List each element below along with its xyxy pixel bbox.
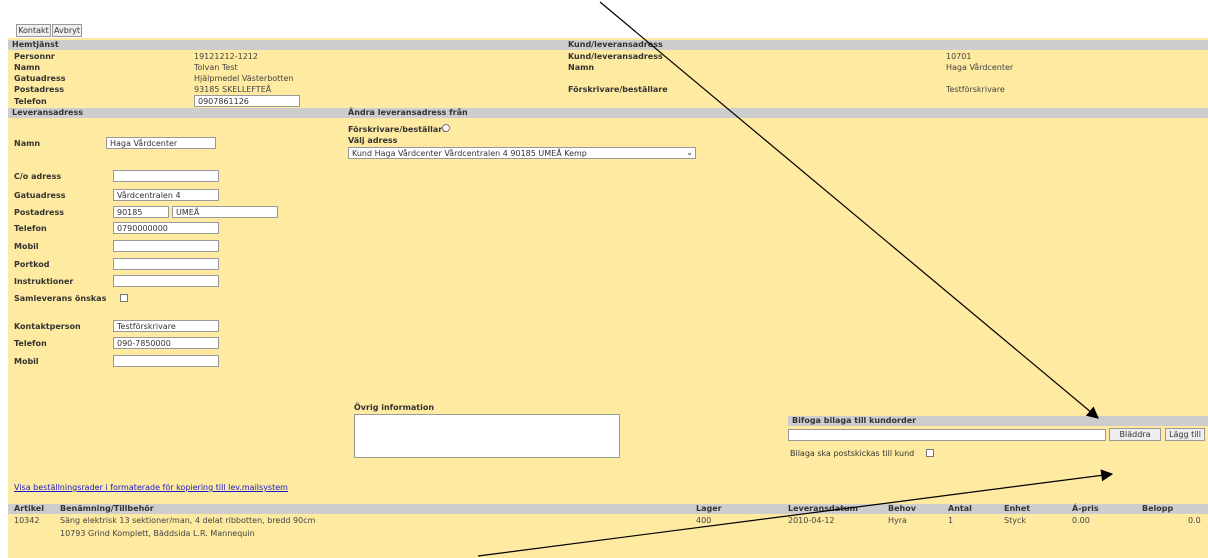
arrow-to-attachment	[599, 1, 1099, 419]
arrow-to-paper-checkbox	[477, 469, 1114, 557]
annotation-arrows	[477, 1, 1114, 557]
